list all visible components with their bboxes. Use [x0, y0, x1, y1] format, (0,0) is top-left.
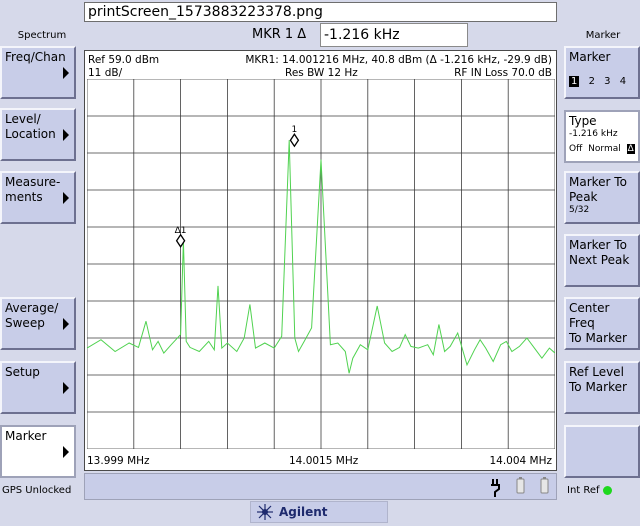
marker-menu-button[interactable]: Marker	[0, 425, 76, 478]
marker-layer: 1 Δ1	[175, 125, 300, 248]
spectrum-display: Ref 59.0 dBm 11 dB/ MKR1: 14.001216 MHz,…	[84, 50, 557, 471]
freq-chan-button[interactable]: Freq/Chan	[0, 46, 76, 99]
marker-type-label: Type	[569, 114, 597, 128]
submenu-arrow-icon	[63, 381, 69, 394]
ref-level: Ref 59.0 dBm	[88, 54, 160, 66]
gps-status: GPS Unlocked	[2, 485, 72, 496]
measurements-button[interactable]: Measure- ments	[0, 171, 76, 224]
freq-chan-label: Freq/Chan	[5, 50, 66, 64]
type-option-delta[interactable]: Δ	[626, 144, 635, 154]
marker-type-value: -1.216 kHz	[569, 129, 618, 139]
marker-entry-field[interactable]: -1.216 kHz	[320, 23, 468, 47]
marker-number-3[interactable]: 3	[604, 76, 610, 87]
int-ref-label: Int Ref	[567, 485, 600, 496]
scale-per-div: 11 dB/	[88, 67, 123, 79]
marker-1-label: 1	[292, 125, 298, 135]
plot-grid	[87, 79, 555, 449]
power-status-icon	[491, 477, 549, 497]
submenu-arrow-icon	[63, 66, 69, 79]
marker-number-1[interactable]: 1	[569, 76, 580, 87]
marker-to-peak-button[interactable]: Marker To Peak 5/32	[564, 171, 640, 224]
marker-type-button[interactable]: Type -1.216 kHz Off Normal Δ	[564, 110, 640, 163]
marker-to-next-peak-label: Marker To Next Peak	[569, 238, 630, 267]
marker-select-label: Marker	[569, 50, 611, 64]
setup-label: Setup	[5, 365, 40, 379]
marker-to-next-peak-button[interactable]: Marker To Next Peak	[564, 234, 640, 287]
submenu-arrow-icon	[63, 317, 69, 330]
submenu-arrow-icon	[63, 128, 69, 141]
average-sweep-button[interactable]: Average/ Sweep	[0, 297, 76, 350]
peak-count: 5/32	[569, 205, 590, 215]
rf-in-loss: RF IN Loss 70.0 dB	[454, 67, 552, 79]
right-panel-title: Marker	[585, 30, 621, 41]
type-option-normal[interactable]: Normal	[588, 144, 621, 154]
marker-entry-row: MKR 1 Δ -1.216 kHz	[84, 23, 557, 47]
submenu-arrow-icon	[63, 191, 69, 204]
marker-number-2[interactable]: 2	[589, 76, 595, 87]
measurements-label: Measure- ments	[5, 175, 61, 204]
int-ref-indicator	[603, 486, 612, 495]
freq-stop: 14.004 MHz	[489, 455, 552, 467]
freq-start: 13.999 MHz	[87, 455, 150, 467]
ref-level-to-marker-label: Ref Level To Marker	[569, 365, 627, 394]
marker-to-peak-label: Marker To Peak	[569, 175, 627, 204]
average-sweep-label: Average/ Sweep	[5, 301, 59, 330]
marker-readout: MKR1: 14.001216 MHz, 40.8 dBm (Δ -1.216 …	[245, 54, 552, 66]
agilent-spark-icon	[257, 504, 273, 520]
spectrum-plot[interactable]: 1 Δ1	[87, 79, 555, 449]
type-option-off[interactable]: Off	[569, 144, 582, 154]
center-freq-to-marker-button[interactable]: Center Freq To Marker	[564, 297, 640, 350]
submenu-arrow-icon	[63, 445, 69, 458]
setup-button[interactable]: Setup	[0, 361, 76, 414]
window-title: printScreen_1573883223378.png	[84, 2, 557, 22]
freq-center: 14.0015 MHz	[289, 455, 359, 467]
marker-number-4[interactable]: 4	[620, 76, 626, 87]
marker-entry-label: MKR 1 Δ	[252, 27, 307, 42]
marker-select-button[interactable]: Marker 1 2 3 4	[564, 46, 640, 99]
ref-level-to-marker-button[interactable]: Ref Level To Marker	[564, 361, 640, 414]
status-bar	[84, 473, 557, 500]
marker-menu-label: Marker	[5, 429, 47, 443]
delta-marker-label: Δ1	[175, 226, 187, 236]
empty-softkey[interactable]	[564, 425, 640, 478]
level-location-button[interactable]: Level/ Location	[0, 108, 76, 161]
marker-1-diamond	[289, 133, 300, 148]
center-freq-to-marker-label: Center Freq To Marker	[569, 301, 627, 345]
left-panel-title: Spectrum	[17, 30, 67, 41]
level-location-label: Level/ Location	[5, 112, 56, 141]
res-bw: Res BW 12 Hz	[285, 67, 358, 79]
